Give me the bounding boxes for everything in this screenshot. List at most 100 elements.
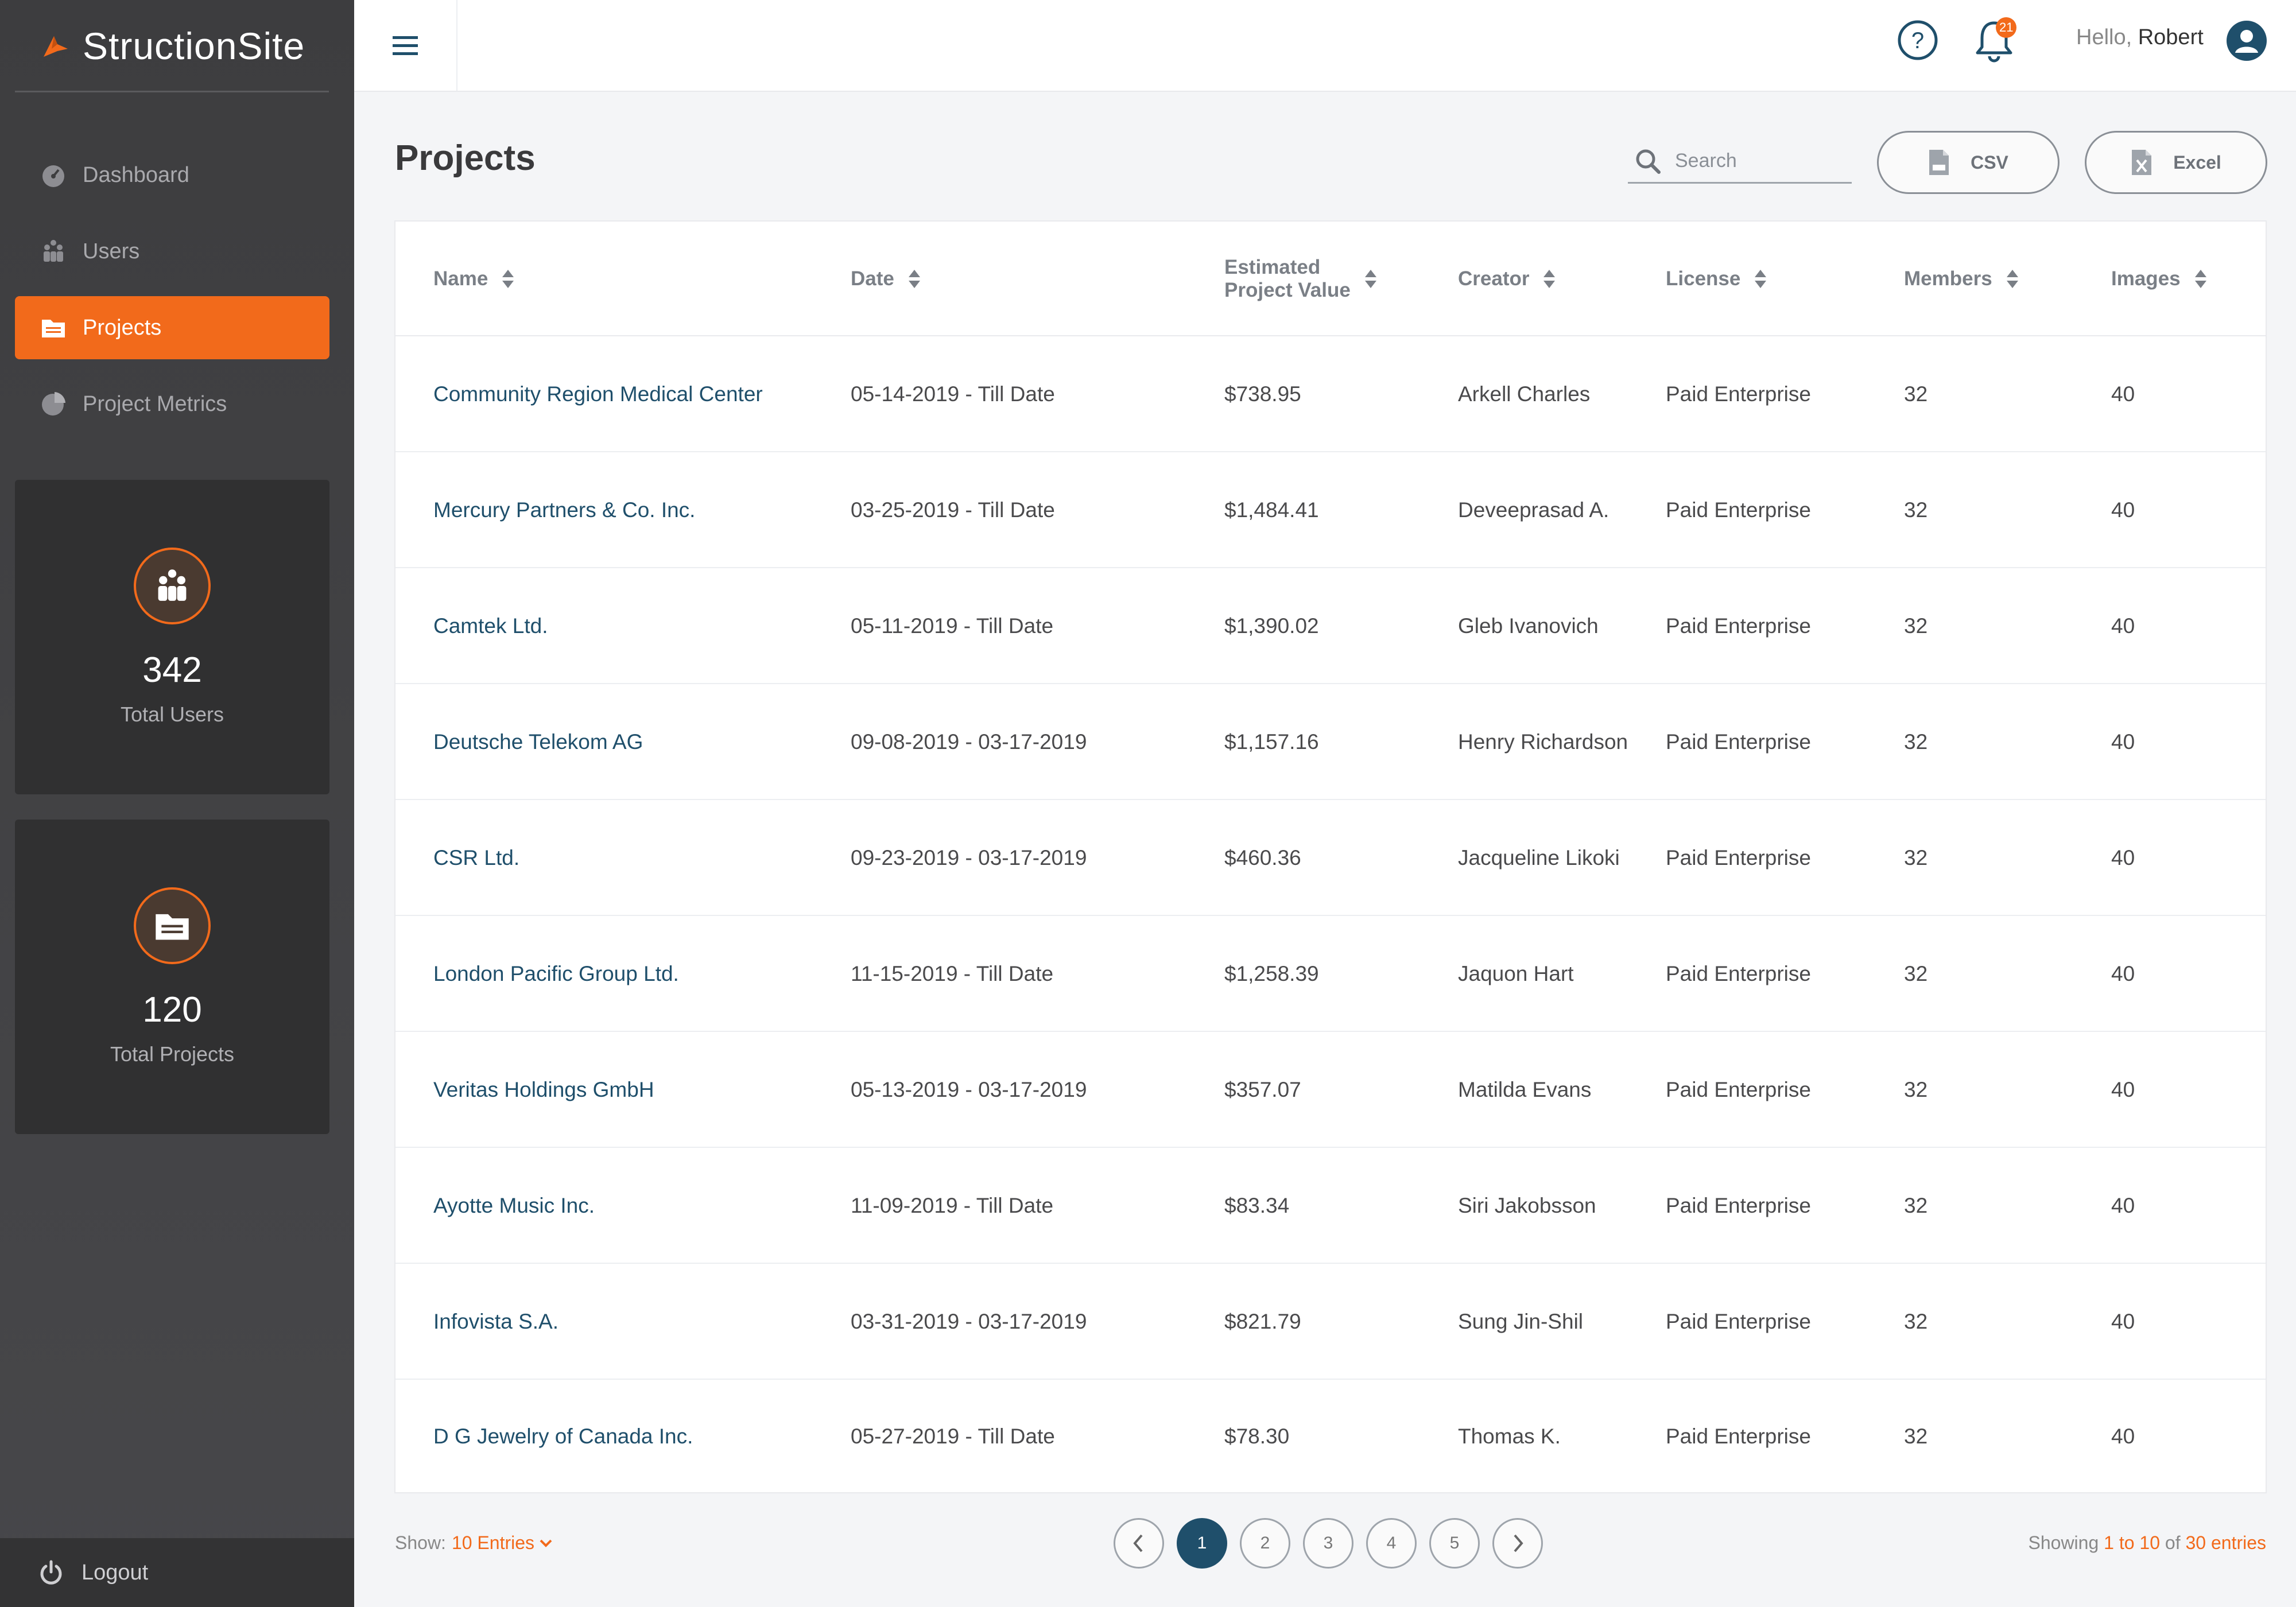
column-header-license[interactable]: License [1666,222,1768,336]
project-images: 40 [2111,962,2135,985]
project-value: $357.07 [1224,1078,1301,1101]
project-name-link[interactable]: CSR Ltd. [433,800,519,916]
sidebar-item-project-metrics[interactable]: Project Metrics [15,372,329,436]
user-greeting[interactable]: Hello, Robert [2076,25,2204,50]
table-row[interactable]: Community Region Medical Center 05-14-20… [395,336,2266,452]
showing-of: of [2165,1532,2181,1553]
search-input[interactable] [1675,150,1841,172]
project-name-link[interactable]: Ayotte Music Inc. [433,1148,595,1264]
project-images: 40 [2111,614,2135,638]
column-header-members[interactable]: Members [1904,222,2020,336]
project-creator: Sung Jin-Shil [1458,1310,1584,1333]
greeting-prefix: Hello, [2076,25,2132,49]
entries-dropdown[interactable]: 10 Entries [452,1532,534,1554]
project-creator: Thomas K. [1458,1424,1561,1448]
project-name-link[interactable]: Infovista S.A. [433,1264,559,1380]
project-value: $78.30 [1224,1424,1290,1448]
project-name-link[interactable]: London Pacific Group Ltd. [433,916,679,1032]
sort-icon [2006,270,2018,288]
project-date: 11-15-2019 - Till Date [851,962,1054,985]
next-page-button[interactable] [1492,1518,1543,1569]
project-creator: Jaquon Hart [1458,962,1574,985]
table-row[interactable]: Infovista S.A. 03-31-2019 - 03-17-2019 $… [395,1264,2266,1380]
project-name-link[interactable]: Mercury Partners & Co. Inc. [433,452,695,568]
table-row[interactable]: Veritas Holdings GmbH 05-13-2019 - 03-17… [395,1032,2266,1148]
page-button-2[interactable]: 2 [1240,1518,1290,1569]
page-title: Projects [395,138,536,178]
project-images: 40 [2111,1078,2135,1101]
stat-icon-ring [134,887,211,964]
users-icon [44,240,63,262]
csv-label: CSV [1971,152,2008,173]
sidebar-divider [15,91,329,92]
project-name-link[interactable]: Deutsche Telekom AG [433,684,643,800]
sort-icon [1755,270,1767,288]
page-button-5[interactable]: 5 [1429,1518,1480,1569]
project-members: 32 [1904,1424,1928,1448]
table-row[interactable]: Deutsche Telekom AG 09-08-2019 - 03-17-2… [395,684,2266,800]
project-creator: Gleb Ivanovich [1458,614,1599,638]
project-creator: Henry Richardson [1458,730,1628,754]
column-header-label: Estimated Project Value [1224,256,1351,302]
search-icon [1636,149,1661,174]
menu-toggle-button[interactable] [354,0,457,91]
stat-card-projects: 120 Total Projects [15,820,329,1134]
page-button-1[interactable]: 1 [1177,1518,1227,1569]
project-name-link[interactable]: D G Jewelry of Canada Inc. [433,1379,693,1495]
app-logo[interactable]: StructionSite [40,17,305,75]
project-members: 32 [1904,382,1928,406]
column-header-label: Name [433,267,488,290]
projects-table: Name Date Estimated Project Value Creato… [394,220,2267,1493]
project-date: 03-25-2019 - Till Date [851,498,1055,522]
project-members: 32 [1904,846,1928,870]
column-header-name[interactable]: Name [433,222,515,336]
csv-export-button[interactable]: CSV [1877,131,2060,194]
column-header-creator[interactable]: Creator [1458,222,1557,336]
help-icon[interactable]: ? [1897,20,1938,61]
avatar-icon[interactable] [2227,21,2267,61]
excel-file-icon [2132,150,2152,175]
column-header-line: Project Value [1224,279,1351,301]
table-row[interactable]: London Pacific Group Ltd. 11-15-2019 - T… [395,916,2266,1032]
chevron-down-icon[interactable] [539,1538,553,1548]
project-license: Paid Enterprise [1666,498,1811,522]
showing-range: 1 to 10 [2104,1532,2160,1553]
column-header-images[interactable]: Images [2111,222,2208,336]
show-label: Show: [395,1532,446,1553]
svg-text:?: ? [1911,28,1924,53]
sidebar-item-projects[interactable]: Projects [15,296,329,359]
page-button-4[interactable]: 4 [1366,1518,1417,1569]
table-row[interactable]: Mercury Partners & Co. Inc. 03-25-2019 -… [395,452,2266,568]
table-header: Name Date Estimated Project Value Creato… [395,222,2266,336]
table-row[interactable]: CSR Ltd. 09-23-2019 - 03-17-2019 $460.36… [395,800,2266,916]
page-button-3[interactable]: 3 [1303,1518,1353,1569]
project-creator: Arkell Charles [1458,382,1591,406]
project-creator: Jacqueline Likoki [1458,846,1620,870]
prev-page-button[interactable] [1114,1518,1164,1569]
column-header-date[interactable]: Date [851,222,922,336]
project-members: 32 [1904,1078,1928,1101]
table-row[interactable]: Ayotte Music Inc. 11-09-2019 - Till Date… [395,1148,2266,1264]
column-header-label: Date [851,267,894,290]
logo-mark-icon [44,36,68,57]
project-name-link[interactable]: Veritas Holdings GmbH [433,1032,654,1148]
sidebar-item-dashboard[interactable]: Dashboard [15,143,329,207]
table-row[interactable]: D G Jewelry of Canada Inc. 05-27-2019 - … [395,1379,2266,1495]
column-header-estimated-value[interactable]: Estimated Project Value [1224,222,1378,336]
project-license: Paid Enterprise [1666,614,1811,638]
table-row[interactable]: Camtek Ltd. 05-11-2019 - Till Date $1,39… [395,568,2266,684]
search-box [1628,140,1852,184]
sidebar-item-label: Dashboard [83,162,189,187]
project-images: 40 [2111,730,2135,754]
logout-button[interactable]: Logout [0,1538,354,1607]
stat-value: 342 [142,650,202,690]
project-name-link[interactable]: Camtek Ltd. [433,568,548,684]
top-bar: ? 21 Hello, Robert [354,0,2296,92]
sidebar-item-users[interactable]: Users [15,220,329,283]
project-creator: Siri Jakobsson [1458,1194,1596,1217]
project-license: Paid Enterprise [1666,1310,1811,1333]
project-name-link[interactable]: Community Region Medical Center [433,336,763,452]
folder-icon [42,320,65,337]
excel-export-button[interactable]: Excel [2085,131,2267,194]
users-icon [158,569,187,601]
